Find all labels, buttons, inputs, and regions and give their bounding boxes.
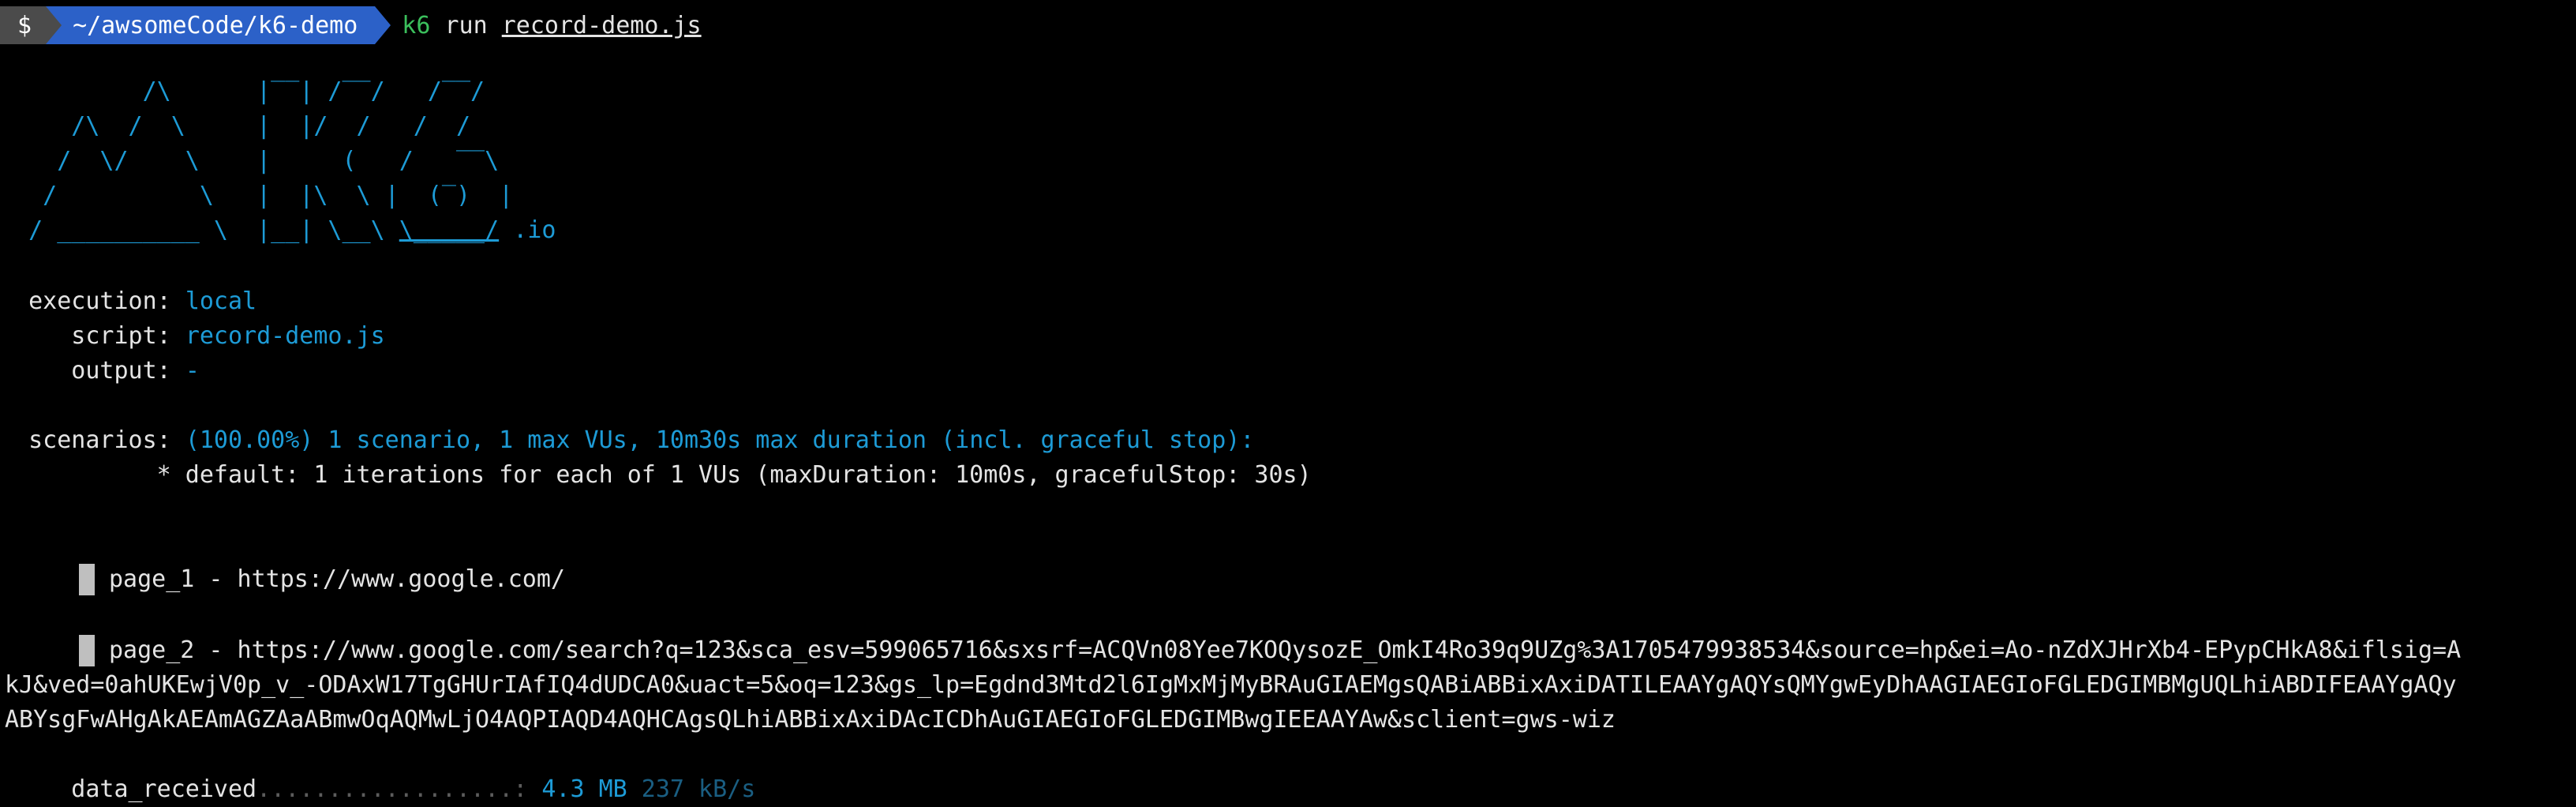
- logo-line-5: / __________ \ |__| \__\ \_____/ .io: [0, 213, 556, 248]
- execution-line: execution: local: [0, 284, 256, 319]
- script-value: record-demo.js: [185, 322, 385, 350]
- page-log-line: page_2 - https://www.google.com/search?q…: [79, 633, 2461, 668]
- command-name: k6: [402, 11, 431, 39]
- page-log-line: page_1 - https://www.google.com/: [79, 562, 565, 597]
- logo-underlined: \_____/: [399, 216, 500, 244]
- prompt-path-segment: ~/awsomeCode/k6-demo: [46, 6, 391, 44]
- output-line: output: -: [0, 354, 200, 388]
- command-script-arg: record-demo.js: [501, 11, 702, 39]
- execution-label: execution:: [0, 287, 185, 315]
- logo-line-1: /\ |‾‾| /‾‾/ /‾‾/: [0, 77, 485, 105]
- progress-block-icon: [79, 635, 95, 666]
- segment-arrow-icon: [375, 6, 391, 44]
- scenarios-line: scenarios: (100.00%) 1 scenario, 1 max V…: [0, 423, 1254, 458]
- logo-suffix: .io: [499, 216, 556, 244]
- logo-line-5-text: / __________ \ |__| \__\: [0, 216, 399, 244]
- wrapped-url-line: ABYsgFwAHgAkAEAmAGZAaABmwOqAQMwLjO4AQPIA…: [5, 706, 1616, 734]
- terminal-window: $ ~/awsomeCode/k6-demo k6 run record-dem…: [0, 0, 2576, 803]
- metric-dots: ..................:: [256, 775, 542, 803]
- prompt-symbol-segment: $: [0, 6, 62, 44]
- segment-arrow-icon: [46, 6, 62, 44]
- execution-value: local: [185, 287, 257, 315]
- progress-block-icon: [79, 564, 95, 595]
- output-label: output:: [0, 357, 185, 385]
- page-log-text: page_2 - https://www.google.com/search?q…: [109, 636, 2462, 664]
- logo-line-2: /\ / \ | |/ / / /: [0, 112, 471, 140]
- command-line: k6 run record-demo.js: [402, 12, 701, 39]
- wrapped-url-line: kJ&ved=0ahUKEwjV0p_v_-ODAxW17TgGHUrIAfIQ…: [5, 671, 2457, 699]
- scenarios-detail: * default: 1 iterations for each of 1 VU…: [0, 461, 1312, 489]
- metric-data-received: data_received..................: 4.3 MB …: [0, 772, 755, 807]
- command-subcommand: run: [444, 11, 488, 39]
- logo-line-4: / \ | |\ \ | (‾) |: [0, 182, 514, 209]
- scenarios-summary: (100.00%) 1 scenario, 1 max VUs, 10m30s …: [185, 426, 1255, 454]
- metric-value: 4.3 MB: [541, 775, 627, 803]
- logo-line-3: / \/ \ | ( / ‾‾\: [0, 147, 500, 175]
- script-label: script:: [0, 322, 185, 350]
- prompt-path: ~/awsomeCode/k6-demo: [73, 11, 358, 39]
- metric-rate: 237 kB/s: [627, 775, 756, 803]
- output-value: -: [185, 357, 200, 385]
- page-log-text: page_1 - https://www.google.com/: [109, 565, 565, 593]
- prompt-symbol: $: [17, 11, 32, 39]
- command-prompt: $ ~/awsomeCode/k6-demo k6 run record-dem…: [0, 6, 702, 44]
- scenarios-label: scenarios:: [0, 426, 185, 454]
- metric-name: data_received: [0, 775, 257, 803]
- script-line: script: record-demo.js: [0, 319, 385, 354]
